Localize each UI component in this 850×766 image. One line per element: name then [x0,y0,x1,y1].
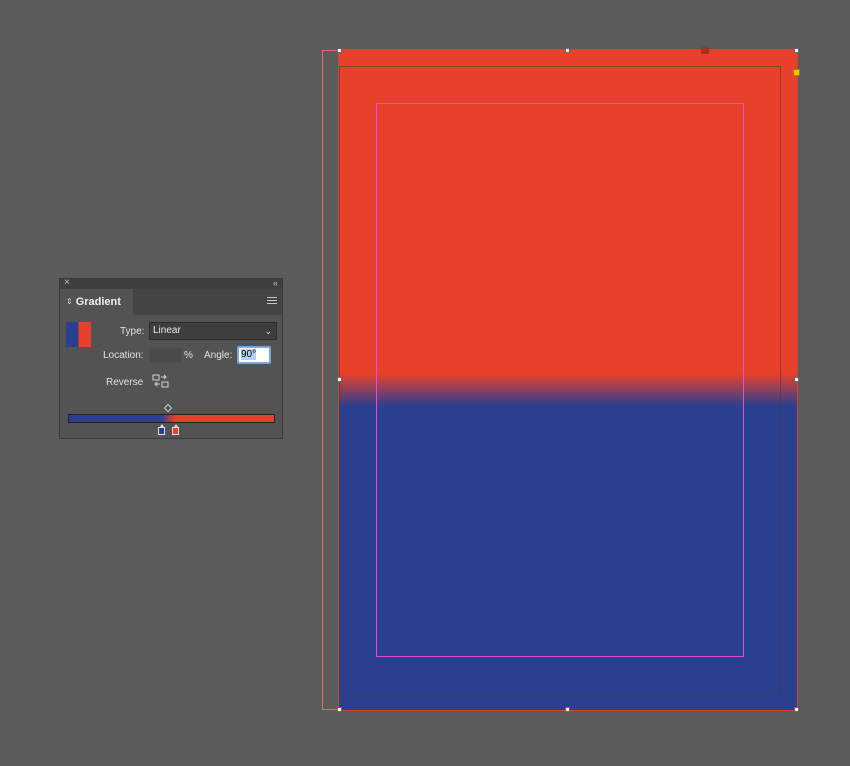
type-label: Type: [120,326,145,337]
gradient-rectangle[interactable] [338,49,798,711]
gradient-preview-swatch[interactable] [66,322,91,347]
chevron-down-icon: ⌄ [264,326,272,336]
collapse-icon[interactable]: ‹‹ [273,277,278,289]
panel-menu-icon[interactable] [267,297,277,305]
tab-gradient[interactable]: ⇕ Gradient [60,289,133,315]
panel-titlebar[interactable]: × ‹‹ [60,277,282,289]
margin-guide [376,103,744,657]
angle-input[interactable]: 90° [237,346,271,364]
selection-handle-bottom-right[interactable] [794,707,799,712]
tab-gradient-label: Gradient [75,296,121,308]
selection-handle-top-right[interactable] [794,48,799,53]
gradient-panel: × ‹‹ ⇕ Gradient Type: Linear ⌄ Location:… [59,277,283,439]
gradient-ramp[interactable] [68,414,275,423]
selection-handle-top[interactable] [565,48,570,53]
angle-input-value: 90° [241,349,257,360]
reverse-label: Reverse [106,377,144,388]
corner-marker[interactable] [701,47,709,54]
selection-handle-top-left[interactable] [337,48,342,53]
selection-handle-left[interactable] [337,377,342,382]
gradient-stop-red[interactable] [172,424,179,435]
midpoint-diamond-icon[interactable] [163,403,173,413]
link-handle[interactable] [793,69,800,76]
angle-label: Angle: [204,350,233,361]
type-select[interactable]: Linear ⌄ [149,322,277,340]
panel-tabstrip: ⇕ Gradient [60,289,282,315]
gradient-stop-blue[interactable] [158,424,165,435]
close-icon[interactable]: × [64,277,70,289]
location-input[interactable] [149,347,182,363]
selection-handle-bottom[interactable] [565,707,570,712]
type-select-value: Linear [153,325,181,336]
location-unit: % [184,350,193,361]
selection-handle-right[interactable] [794,377,799,382]
reverse-gradient-icon[interactable] [152,374,170,388]
selection-handle-bottom-left[interactable] [337,707,342,712]
location-label: Location: [103,350,144,361]
tab-arrows-icon: ⇕ [66,297,73,306]
